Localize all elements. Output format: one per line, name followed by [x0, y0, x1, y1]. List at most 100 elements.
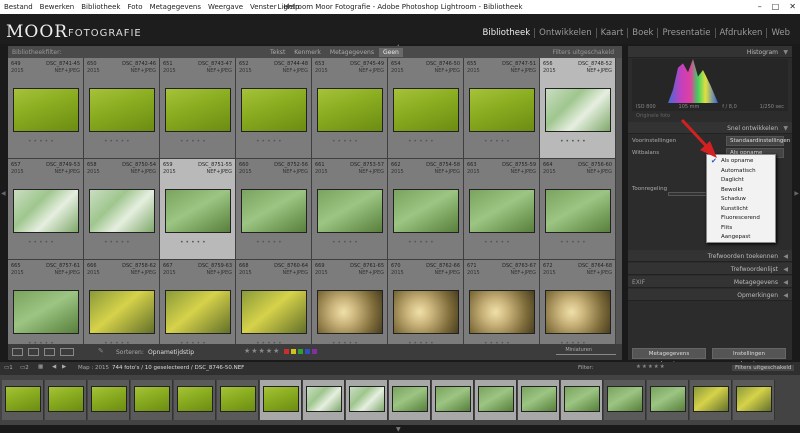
rating-stars[interactable]: ★★★★★ — [244, 347, 280, 355]
photo-thumbnail[interactable] — [317, 290, 383, 334]
grid-cell[interactable]: 651 DSC_8743-47 2015 NEF+JPEG ••••• — [160, 58, 236, 159]
photo-thumbnail[interactable] — [545, 88, 611, 132]
monitor-1-icon[interactable]: ▭1 — [4, 365, 13, 371]
maximize-icon[interactable]: □ — [772, 2, 780, 11]
keywording-header[interactable]: Trefwoorden toekennen ◀ — [628, 250, 792, 262]
filmstrip-rating-filter[interactable]: ★★★★★ — [636, 364, 666, 370]
filmstrip-thumb[interactable] — [561, 380, 603, 420]
photo-thumbnail[interactable] — [393, 189, 459, 233]
filmstrip-filter-select[interactable]: Filters uitgeschakeld — [732, 365, 795, 371]
module-kaart[interactable]: Kaart — [597, 28, 629, 38]
filmstrip-thumb[interactable] — [131, 380, 173, 420]
photo-thumbnail[interactable] — [13, 88, 79, 132]
grid-cell[interactable]: 667 DSC_8759-63 2015 NEF+JPEG ••••• — [160, 260, 236, 344]
filter-tab-none[interactable]: Geen — [378, 48, 403, 57]
grid-icon[interactable]: ▦ — [38, 364, 43, 370]
label-yellow[interactable] — [291, 349, 296, 354]
grid-cell[interactable]: 655 DSC_8747-51 2015 NEF+JPEG ••••• — [464, 58, 540, 159]
photo-thumbnail[interactable] — [241, 88, 307, 132]
rating-dots[interactable]: ••••• — [180, 138, 208, 145]
grid-cell[interactable]: 650 DSC_8742-46 2015 NEF+JPEG ••••• — [84, 58, 160, 159]
filmstrip-thumb[interactable] — [45, 380, 87, 420]
grid-cell[interactable]: 668 DSC_8760-64 2015 NEF+JPEG ••••• — [236, 260, 312, 344]
rating-dots[interactable]: ••••• — [332, 138, 360, 145]
grid-cell[interactable]: 659 DSC_8751-55 2015 NEF+JPEG ••••• — [160, 159, 236, 260]
photo-thumbnail[interactable] — [165, 290, 231, 334]
rating-dots[interactable]: ••••• — [560, 138, 588, 145]
filter-preset-select[interactable]: Filters uitgeschakeld — [552, 49, 614, 56]
grid-cell[interactable]: 652 DSC_8744-48 2015 NEF+JPEG ••••• — [236, 58, 312, 159]
filmstrip-thumb[interactable] — [690, 380, 732, 420]
right-panel-toggle-icon[interactable]: ▶ — [794, 190, 799, 197]
rating-dots[interactable]: ••••• — [408, 138, 436, 145]
grid-cell[interactable]: 672 DSC_8764-68 2015 NEF+JPEG ••••• — [540, 260, 616, 344]
grid-cell[interactable]: 671 DSC_8763-67 2015 NEF+JPEG ••••• — [464, 260, 540, 344]
close-icon[interactable]: ✕ — [789, 2, 796, 11]
rating-dots[interactable]: ••••• — [408, 239, 436, 246]
grid-cell[interactable]: 663 DSC_8755-59 2015 NEF+JPEG ••••• — [464, 159, 540, 260]
label-green[interactable] — [298, 349, 303, 354]
white-balance-option[interactable]: Kunstlicht — [721, 206, 748, 212]
filmstrip-thumb[interactable] — [475, 380, 517, 420]
filmstrip-thumb[interactable] — [432, 380, 474, 420]
white-balance-option[interactable]: Fluorescerend — [721, 215, 760, 221]
grid-view-icon[interactable] — [12, 348, 23, 356]
photo-thumbnail[interactable] — [13, 290, 79, 334]
photo-thumbnail[interactable] — [317, 88, 383, 132]
sync-settings-button[interactable]: Instellingen synchroniseren — [712, 348, 786, 367]
module-bibliotheek[interactable]: Bibliotheek — [479, 28, 536, 38]
filmstrip-thumb[interactable] — [604, 380, 646, 420]
photo-thumbnail[interactable] — [241, 290, 307, 334]
painter-icon[interactable]: ✎ — [98, 347, 104, 355]
photo-thumbnail[interactable] — [89, 189, 155, 233]
white-balance-option[interactable]: Als opname — [721, 158, 753, 164]
loupe-view-icon[interactable] — [28, 348, 39, 356]
compare-view-icon[interactable] — [44, 348, 55, 356]
grid-cell[interactable]: 670 DSC_8762-66 2015 NEF+JPEG ••••• — [388, 260, 464, 344]
filmstrip-thumb[interactable] — [88, 380, 130, 420]
module-boek[interactable]: Boek — [628, 28, 659, 38]
filmstrip-thumb[interactable] — [260, 380, 302, 420]
photo-thumbnail[interactable] — [393, 88, 459, 132]
grid-cell[interactable]: 656 DSC_8748-52 2015 NEF+JPEG ••••• — [540, 58, 616, 159]
white-balance-option[interactable]: Automatisch — [721, 168, 756, 174]
back-arrow-icon[interactable]: ◀ — [52, 364, 56, 370]
metadata-header[interactable]: EXIF Metagegevens ◀ — [628, 276, 792, 288]
keyword-list-header[interactable]: Trefwoordenlijst ◀ — [628, 263, 792, 275]
photo-thumbnail[interactable] — [89, 88, 155, 132]
grid-cell[interactable]: 649 DSC_8741-45 2015 NEF+JPEG ••••• — [8, 58, 84, 159]
rating-dots[interactable]: ••••• — [484, 239, 512, 246]
photo-thumbnail[interactable] — [469, 290, 535, 334]
rating-dots[interactable]: ••••• — [28, 239, 56, 246]
photo-thumbnail[interactable] — [165, 189, 231, 233]
grid-cell[interactable]: 666 DSC_8758-62 2015 NEF+JPEG ••••• — [84, 260, 160, 344]
filter-tab-attribute[interactable]: Kenmerk — [290, 48, 325, 57]
grid-cell[interactable]: 657 DSC_8749-53 2015 NEF+JPEG ••••• — [8, 159, 84, 260]
preset-select[interactable]: Standaardinstellingen — [726, 136, 790, 146]
label-blue[interactable] — [305, 349, 310, 354]
sort-select[interactable]: Opnametijdstip — [148, 349, 194, 356]
white-balance-option[interactable]: Aangepast — [721, 234, 750, 240]
sync-metadata-button[interactable]: Metagegevens synchroniseren — [632, 348, 706, 367]
grid-cell[interactable]: 660 DSC_8752-56 2015 NEF+JPEG ••••• — [236, 159, 312, 260]
monitor-2-icon[interactable]: ▭2 — [20, 365, 29, 371]
filmstrip-thumb[interactable] — [2, 380, 44, 420]
filmstrip-thumb[interactable] — [346, 380, 388, 420]
filmstrip-thumb[interactable] — [303, 380, 345, 420]
quick-develop-header[interactable]: Snel ontwikkelen ▼ — [628, 122, 792, 134]
auto-tone-button[interactable] — [668, 192, 708, 196]
label-purple[interactable] — [312, 349, 317, 354]
rating-dots[interactable]: ••••• — [104, 239, 132, 246]
rating-dots[interactable]: ••••• — [484, 138, 512, 145]
rating-dots[interactable]: ••••• — [256, 239, 284, 246]
module-ontwikkelen[interactable]: Ontwikkelen — [535, 28, 597, 38]
filmstrip-thumb[interactable] — [518, 380, 560, 420]
filter-tab-text[interactable]: Tekst — [266, 48, 289, 57]
filter-tab-metadata[interactable]: Metagegevens — [326, 48, 378, 57]
grid-cell[interactable]: 661 DSC_8753-57 2015 NEF+JPEG ••••• — [312, 159, 388, 260]
rating-dots[interactable]: ••••• — [28, 138, 56, 145]
module-presentatie[interactable]: Presentatie — [658, 28, 716, 38]
rating-dots[interactable]: ••••• — [332, 239, 360, 246]
rating-dots[interactable]: ••••• — [560, 239, 588, 246]
collapse-bottom-icon[interactable]: ▼ — [396, 426, 401, 433]
